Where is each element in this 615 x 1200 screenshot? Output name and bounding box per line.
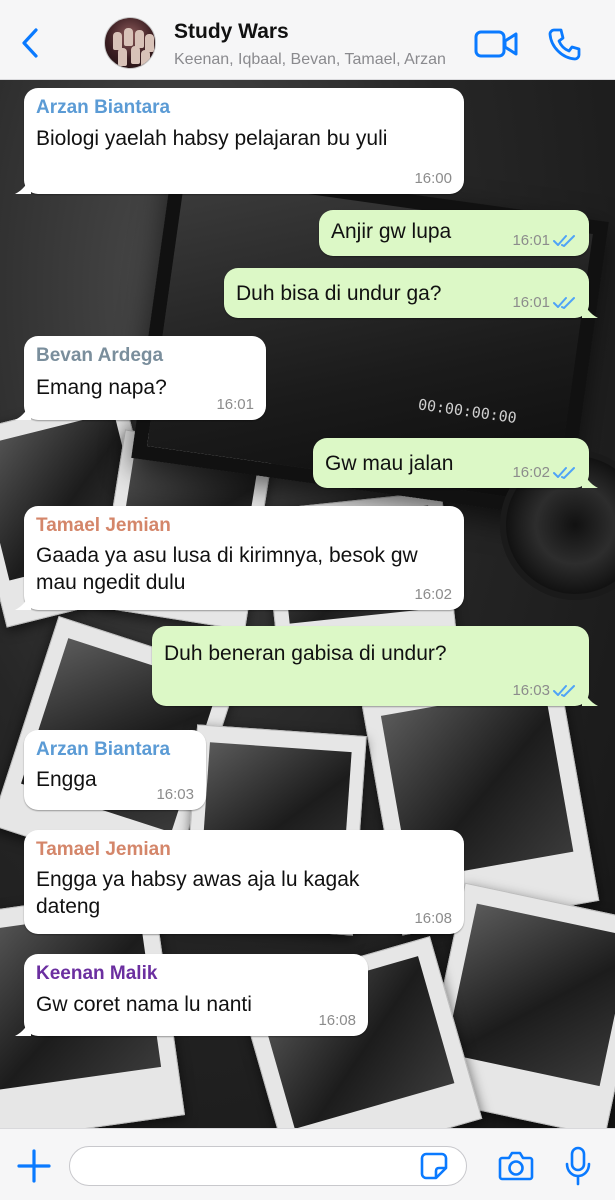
bubble-tail — [582, 300, 598, 318]
sender-name: Tamael Jemian — [36, 515, 171, 536]
message-time: 16:03 — [156, 786, 194, 803]
chat-title[interactable]: Study Wars — [174, 20, 289, 44]
bubble-tail — [15, 592, 31, 610]
message-text: Duh beneran gabisa di undur? — [164, 642, 447, 665]
participants-list[interactable]: Keenan, Iqbaal, Bevan, Tamael, Arzan — [174, 51, 454, 69]
video-call-button[interactable] — [474, 29, 518, 59]
message-meta: 16:02 — [414, 586, 452, 603]
message-bubble[interactable]: Arzan Biantara Engga 16:03 — [24, 730, 206, 810]
sticker-button[interactable] — [420, 1152, 448, 1180]
sender-name: Bevan Ardega — [36, 345, 164, 366]
message-time: 16:01 — [512, 294, 550, 311]
message-time: 16:01 — [216, 396, 254, 413]
chevron-left-icon — [22, 28, 38, 58]
voice-record-button[interactable] — [565, 1146, 591, 1186]
bubble-tail — [582, 688, 598, 706]
back-button[interactable] — [16, 26, 46, 60]
message-time: 16:08 — [414, 910, 452, 927]
sender-name: Tamael Jemian — [36, 839, 171, 860]
message-text: Gaada ya asu lusa di kirimnya, besok gw … — [36, 544, 418, 594]
double-check-read-icon — [553, 466, 575, 479]
message-meta: 16:01 — [512, 232, 577, 249]
message-input[interactable] — [69, 1146, 467, 1186]
message-time: 16:02 — [414, 586, 452, 603]
message-text: Gw coret nama lu nanti — [36, 993, 252, 1016]
microphone-icon — [565, 1146, 591, 1186]
message-text: Biologi yaelah habsy pelajaran bu yuli — [36, 127, 388, 150]
bubble-tail — [582, 470, 598, 488]
message-meta: 16:08 — [318, 1012, 356, 1029]
chat-header: Study Wars Keenan, Iqbaal, Bevan, Tamael… — [0, 0, 615, 80]
message-bubble[interactable]: Tamael Jemian Gaada ya asu lusa di kirim… — [15, 506, 464, 610]
message-meta: 16:01 — [512, 294, 577, 311]
message-bubble[interactable]: Duh beneran gabisa di undur? 16:03 — [152, 626, 598, 706]
message-bubble[interactable]: Anjir gw lupa 16:01 — [319, 210, 589, 256]
message-time: 16:08 — [318, 1012, 356, 1029]
message-meta: 16:00 — [414, 170, 452, 187]
sticker-icon — [420, 1152, 448, 1180]
message-meta: 16:02 — [512, 464, 577, 481]
bubble-tail — [15, 1018, 31, 1036]
phone-icon — [548, 28, 581, 61]
message-time: 16:02 — [512, 464, 550, 481]
video-camera-icon — [474, 30, 518, 58]
attach-button[interactable] — [16, 1148, 52, 1184]
message-meta: 16:03 — [156, 786, 194, 803]
double-check-read-icon — [553, 296, 575, 309]
camera-icon — [498, 1151, 534, 1181]
sender-name: Keenan Malik — [36, 963, 158, 984]
sender-name: Arzan Biantara — [36, 97, 171, 118]
group-avatar[interactable] — [104, 17, 156, 69]
bubble-tail — [15, 176, 31, 194]
message-meta: 16:03 — [512, 682, 577, 699]
message-list[interactable]: Arzan Biantara Biologi yaelah habsy pela… — [0, 80, 615, 1128]
bubble-tail — [15, 402, 31, 420]
double-check-read-icon — [553, 684, 575, 697]
plus-icon — [17, 1149, 51, 1183]
message-bubble[interactable]: Tamael Jemian Engga ya habsy awas aja lu… — [24, 830, 464, 934]
camera-button[interactable] — [498, 1150, 534, 1182]
message-meta: 16:01 — [216, 396, 254, 413]
message-bubble[interactable]: Gw mau jalan 16:02 — [313, 438, 598, 488]
message-bubble[interactable]: Keenan Malik Gw coret nama lu nanti 16:0… — [15, 954, 368, 1036]
composer-bar — [0, 1128, 615, 1200]
message-time: 16:03 — [512, 682, 550, 699]
double-check-read-icon — [553, 234, 575, 247]
message-bubble[interactable]: Bevan Ardega Emang napa? 16:01 — [15, 336, 266, 420]
voice-call-button[interactable] — [548, 27, 582, 61]
message-time: 16:01 — [512, 232, 550, 249]
sender-name: Arzan Biantara — [36, 739, 171, 760]
message-text: Engga ya habsy awas aja lu kagak dateng — [36, 868, 360, 918]
message-bubble[interactable]: Arzan Biantara Biologi yaelah habsy pela… — [15, 88, 464, 194]
message-meta: 16:08 — [414, 910, 452, 927]
message-time: 16:00 — [414, 170, 452, 187]
message-bubble[interactable]: Duh bisa di undur ga? 16:01 — [224, 268, 598, 318]
